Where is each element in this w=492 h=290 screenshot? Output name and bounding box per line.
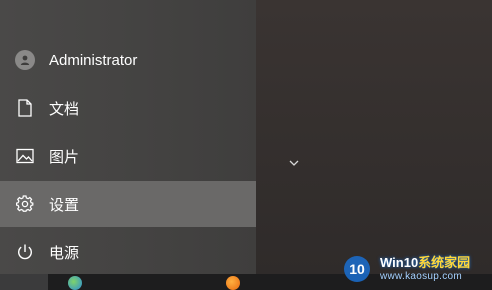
watermark-logo: 10	[340, 254, 374, 284]
start-menu-tile-area	[256, 0, 492, 274]
watermark-title: Win10系统家园	[380, 255, 471, 271]
menu-item-pictures[interactable]: 图片	[0, 133, 256, 179]
user-avatar-icon	[15, 50, 35, 70]
menu-item-label: 文档	[49, 100, 80, 118]
menu-item-administrator[interactable]: Administrator	[0, 37, 256, 83]
browser-icon[interactable]	[68, 276, 82, 290]
menu-item-label: 设置	[49, 196, 80, 214]
watermark-url: www.kaosup.com	[380, 270, 463, 282]
menu-item-settings[interactable]: 设置	[0, 181, 256, 227]
menu-item-label: 电源	[49, 244, 80, 262]
site-watermark: 10 Win10系统家园 www.kaosup.com	[340, 250, 490, 288]
power-icon	[15, 242, 35, 262]
menu-item-power[interactable]: 电源	[0, 229, 256, 275]
menu-item-label: 图片	[49, 148, 80, 166]
gear-icon	[15, 194, 35, 214]
svg-text:10: 10	[349, 261, 365, 277]
document-icon	[15, 98, 35, 118]
start-button[interactable]	[0, 274, 48, 290]
pictures-icon	[15, 146, 35, 166]
app-icon[interactable]	[226, 276, 240, 290]
menu-item-label: Administrator	[49, 51, 138, 69]
chevron-down-icon[interactable]	[287, 156, 301, 170]
menu-item-documents[interactable]: 文档	[0, 85, 256, 131]
